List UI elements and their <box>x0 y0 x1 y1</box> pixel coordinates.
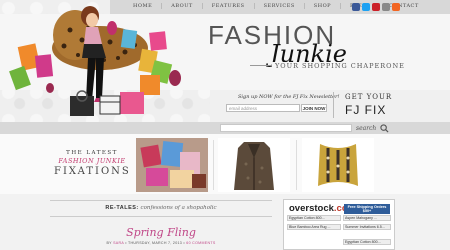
post-date: • THURSDAY, MARCH 7, 2013 • <box>125 241 185 245</box>
post-title[interactable]: Spring Fling <box>50 226 272 239</box>
retales-rule-top <box>50 200 272 201</box>
post-author[interactable]: SARA <box>113 241 124 245</box>
nav-shop[interactable]: SHOP <box>305 3 342 9</box>
ad-product-row[interactable]: Egyptian Cotton 800... <box>287 215 341 221</box>
fixation-thumb-jacket[interactable] <box>218 138 290 192</box>
newsletter-prompt: Sign up NOW for the FJ Fix Newsletter! <box>238 94 340 100</box>
post-meta: BY SARA • THURSDAY, MARCH 7, 2013 • 60 C… <box>50 241 272 245</box>
twitter-icon[interactable] <box>362 3 370 11</box>
fashion-illustration <box>9 6 181 116</box>
retales-subtitle: confessions of a shopaholic <box>140 205 217 211</box>
fj-fix-label[interactable]: FJ FIX <box>345 103 386 117</box>
post-by: BY <box>106 241 112 245</box>
social-icons <box>352 3 400 11</box>
fixation-thumb-cuff[interactable] <box>302 138 374 192</box>
fixations-line-2: FASHION JUNKIE <box>58 157 126 165</box>
ad-product-row[interactable]: Egyptian Cotton 800... <box>343 239 391 245</box>
newsletter-divider <box>333 92 334 118</box>
ad-product-row[interactable]: Summer Invitations 6.5... <box>343 224 391 230</box>
retales-rule-bottom <box>50 216 272 217</box>
pinterest-icon[interactable] <box>372 3 380 11</box>
search-label[interactable]: search <box>356 125 376 132</box>
fixations-line-1: THE LATEST <box>66 150 118 156</box>
ad-promo-banner[interactable]: Free Shipping Orders $50+ <box>344 204 390 214</box>
facebook-icon[interactable] <box>352 3 360 11</box>
search-input[interactable] <box>220 124 352 132</box>
retales-label: RE-TALES: <box>105 205 139 211</box>
ad-brand-name: overstock <box>289 203 334 214</box>
thumb-divider <box>296 140 297 190</box>
post-comments[interactable]: 60 COMMENTS <box>186 241 215 245</box>
ad-product-row[interactable]: Blue Bamboo Area Rug ... <box>287 224 341 230</box>
get-your-label: GET YOUR <box>345 93 393 101</box>
nav-features[interactable]: FEATURES <box>203 3 255 9</box>
join-now-button[interactable]: JOIN NOW <box>301 104 327 112</box>
email-field[interactable]: email address <box>226 104 300 112</box>
nav-services[interactable]: SERVICES <box>255 3 305 9</box>
tagline: YOUR SHOPPING CHAPERONE <box>272 62 408 70</box>
ad-product-row[interactable]: Aspen Mahogany ... <box>343 215 391 221</box>
fixations-heading: THE LATEST FASHION JUNKIE FIXATIONS <box>54 150 130 177</box>
email-icon[interactable] <box>382 3 390 11</box>
search-icon[interactable] <box>380 124 389 133</box>
fixation-thumb-bags[interactable] <box>136 138 208 192</box>
retales-heading: RE-TALES: confessions of a shopaholic <box>50 205 272 211</box>
rss-icon[interactable] <box>392 3 400 11</box>
fixations-line-3: FIXATIONS <box>54 166 131 177</box>
thumb-divider <box>213 140 214 190</box>
